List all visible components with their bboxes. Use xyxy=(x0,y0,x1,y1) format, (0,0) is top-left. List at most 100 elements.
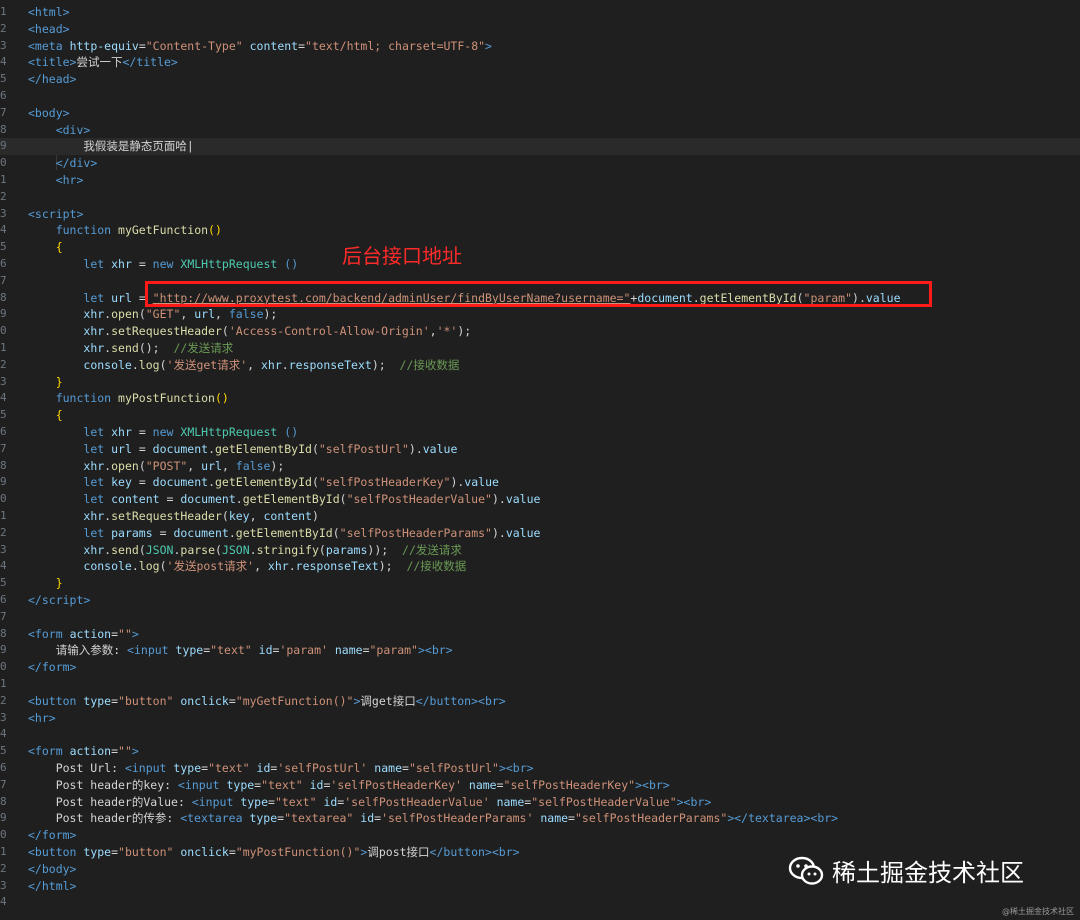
code-line[interactable]: 2 <button type="button" onclick="myGetFun… xyxy=(0,693,1080,710)
code-line[interactable]: 0 </form> xyxy=(0,827,1080,844)
code-text: <button type="button" onclick="myPostFun… xyxy=(28,845,520,859)
code-line[interactable]: 3 } xyxy=(0,374,1080,391)
code-line[interactable]: 2 xyxy=(0,189,1080,206)
code-line[interactable]: 1 <hr> xyxy=(0,172,1080,189)
code-line[interactable]: 2 <head> xyxy=(0,21,1080,38)
code-text: <div> xyxy=(55,122,91,137)
code-line[interactable]: 0 </form> xyxy=(0,659,1080,676)
line-number: 7 xyxy=(0,273,7,287)
code-line[interactable]: 4 <title>尝试一下</title> xyxy=(0,54,1080,71)
code-line[interactable]: 8 xhr.open("POST", url, false); xyxy=(0,458,1080,475)
code-line[interactable]: 7 <body> xyxy=(0,105,1080,122)
line-number: 0 xyxy=(0,156,7,170)
code-line[interactable]: 5 </head> xyxy=(0,71,1080,88)
code-line[interactable]: 9 Post header的传参: <textarea type="textar… xyxy=(0,810,1080,827)
line-number: 2 xyxy=(0,693,7,707)
code-text: 请输入参数: <input type="text" id='param' nam… xyxy=(28,643,453,658)
code-line[interactable]: 3 <hr> xyxy=(0,710,1080,727)
code-line[interactable]: 4 xyxy=(0,894,1080,911)
code-line[interactable]: 2 let params = document.getElementById("… xyxy=(0,525,1080,542)
code-text: xhr.send(); //发送请求 xyxy=(83,341,234,355)
code-line[interactable]: 3 xhr.send(JSON.parse(JSON.stringify(par… xyxy=(0,542,1080,559)
annotation-label: 后台接口地址 xyxy=(342,244,462,268)
code-line[interactable]: 7 Post header的key: <input type="text" id… xyxy=(0,777,1080,794)
code-line[interactable]: 5 } xyxy=(0,575,1080,592)
code-line[interactable]: 7 xyxy=(0,609,1080,626)
code-text: <hr> xyxy=(55,173,84,187)
code-editor[interactable]: 1 <html> 2 <head> 3 <meta http-equiv="Content… xyxy=(0,0,1080,920)
line-number: 3 xyxy=(0,710,7,724)
line-number: 9 xyxy=(0,139,7,153)
code-line[interactable]: 1 xhr.send(); //发送请求 xyxy=(0,340,1080,357)
code-line[interactable]: 2 console.log('发送get请求', xhr.responseTex… xyxy=(0,357,1080,374)
code-text: xhr.setRequestHeader(key, content) xyxy=(83,509,319,523)
code-line[interactable]: 8 <div> xyxy=(0,122,1080,139)
code-text: xhr.open("GET", url, false); xyxy=(83,307,278,322)
line-number: 5 xyxy=(0,744,7,758)
code-line[interactable]: 1 <html> xyxy=(0,4,1080,21)
code-text: <button type="button" onclick="myGetFunc… xyxy=(28,693,506,708)
code-text: </form> xyxy=(28,828,77,843)
code-line[interactable]: 5 { xyxy=(0,239,1080,256)
code-line[interactable]: 8 Post header的Value: <input type="text" … xyxy=(0,794,1080,811)
line-number: 8 xyxy=(0,794,7,808)
line-number: 9 xyxy=(0,811,7,825)
code-text: console.log('发送get请求', xhr.responseText)… xyxy=(83,357,460,372)
line-number: 3 xyxy=(0,374,7,388)
line-number: 6 xyxy=(0,425,7,438)
code-line[interactable]: 6 let xhr = new XMLHttpRequest () xyxy=(0,256,1080,273)
line-number: 3 xyxy=(0,542,7,556)
code-line[interactable]: 5 { xyxy=(0,407,1080,424)
code-text: </html> xyxy=(28,878,77,893)
code-line[interactable]: 7 let url = document.getElementById("sel… xyxy=(0,441,1080,458)
code-text: <title>尝试一下</title> xyxy=(28,55,178,70)
code-text: { xyxy=(55,408,63,423)
code-line[interactable]: 6 Post Url: <input type="text" id='selfP… xyxy=(0,760,1080,777)
code-text: Post header的Value: <input type="text" id… xyxy=(28,794,712,809)
line-number: 4 xyxy=(0,55,7,69)
code-line[interactable]: 6 </script> xyxy=(0,592,1080,609)
code-text: } xyxy=(55,576,63,591)
line-number: 3 xyxy=(0,206,7,220)
code-line[interactable]: 9 我假装是静态页面哈| xyxy=(0,138,1080,156)
line-number: 3 xyxy=(0,878,7,892)
line-number: 9 xyxy=(0,475,7,489)
code-line[interactable]: 6 xyxy=(0,88,1080,105)
code-line[interactable]: 4 xyxy=(0,726,1080,743)
line-number: 1 xyxy=(0,341,7,354)
code-text: let params = document.getElementById("se… xyxy=(83,525,541,540)
code-line[interactable]: 4 function myPostFunction() xyxy=(0,390,1080,407)
line-number: 0 xyxy=(0,660,7,674)
code-text: let url = document.getElementById("selfP… xyxy=(83,441,458,456)
code-line[interactable]: 0 xhr.setRequestHeader('Access-Control-A… xyxy=(0,323,1080,340)
code-text: <script> xyxy=(28,206,84,221)
watermark-brand: 稀土掘金技术社区 xyxy=(832,859,1024,887)
code-text: <meta http-equiv="Content-Type" content=… xyxy=(28,38,492,53)
line-number: 1 xyxy=(0,5,7,18)
code-line[interactable]: 4 console.log('发送post请求', xhr.responseTe… xyxy=(0,558,1080,575)
code-line[interactable]: 3 <meta http-equiv="Content-Type" content… xyxy=(0,38,1080,55)
line-number: 6 xyxy=(0,593,7,606)
code-line[interactable]: 9 xhr.open("GET", url, false); xyxy=(0,306,1080,323)
line-number: 6 xyxy=(0,89,7,102)
code-line[interactable]: 0 </div> xyxy=(0,155,1080,172)
code-line[interactable]: 4 function myGetFunction() xyxy=(0,222,1080,239)
code-line[interactable]: 5 <form action=""> xyxy=(0,743,1080,760)
code-line[interactable]: 9 let key = document.getElementById("sel… xyxy=(0,474,1080,491)
watermark: 稀土掘金技术社区 xyxy=(788,853,1024,888)
code-line[interactable]: 1 xyxy=(0,676,1080,693)
code-line[interactable]: 1 xhr.setRequestHeader(key, content) xyxy=(0,508,1080,525)
code-text: 我假装是静态页面哈| xyxy=(28,139,194,154)
line-number: 8 xyxy=(0,458,7,472)
code-line[interactable]: 8 <form action=""> xyxy=(0,626,1080,643)
line-number: 4 xyxy=(0,223,7,237)
url-highlight-box xyxy=(145,281,932,307)
line-number: 1 xyxy=(0,845,7,858)
code-line[interactable]: 3 <script> xyxy=(0,206,1080,223)
code-line[interactable]: 6 let xhr = new XMLHttpRequest () xyxy=(0,424,1080,441)
line-number: 5 xyxy=(0,408,7,422)
line-number: 2 xyxy=(0,21,7,35)
code-line[interactable]: 0 let content = document.getElementById(… xyxy=(0,491,1080,508)
code-line[interactable]: 9 请输入参数: <input type="text" id='param' n… xyxy=(0,642,1080,659)
code-text: } xyxy=(55,374,63,389)
